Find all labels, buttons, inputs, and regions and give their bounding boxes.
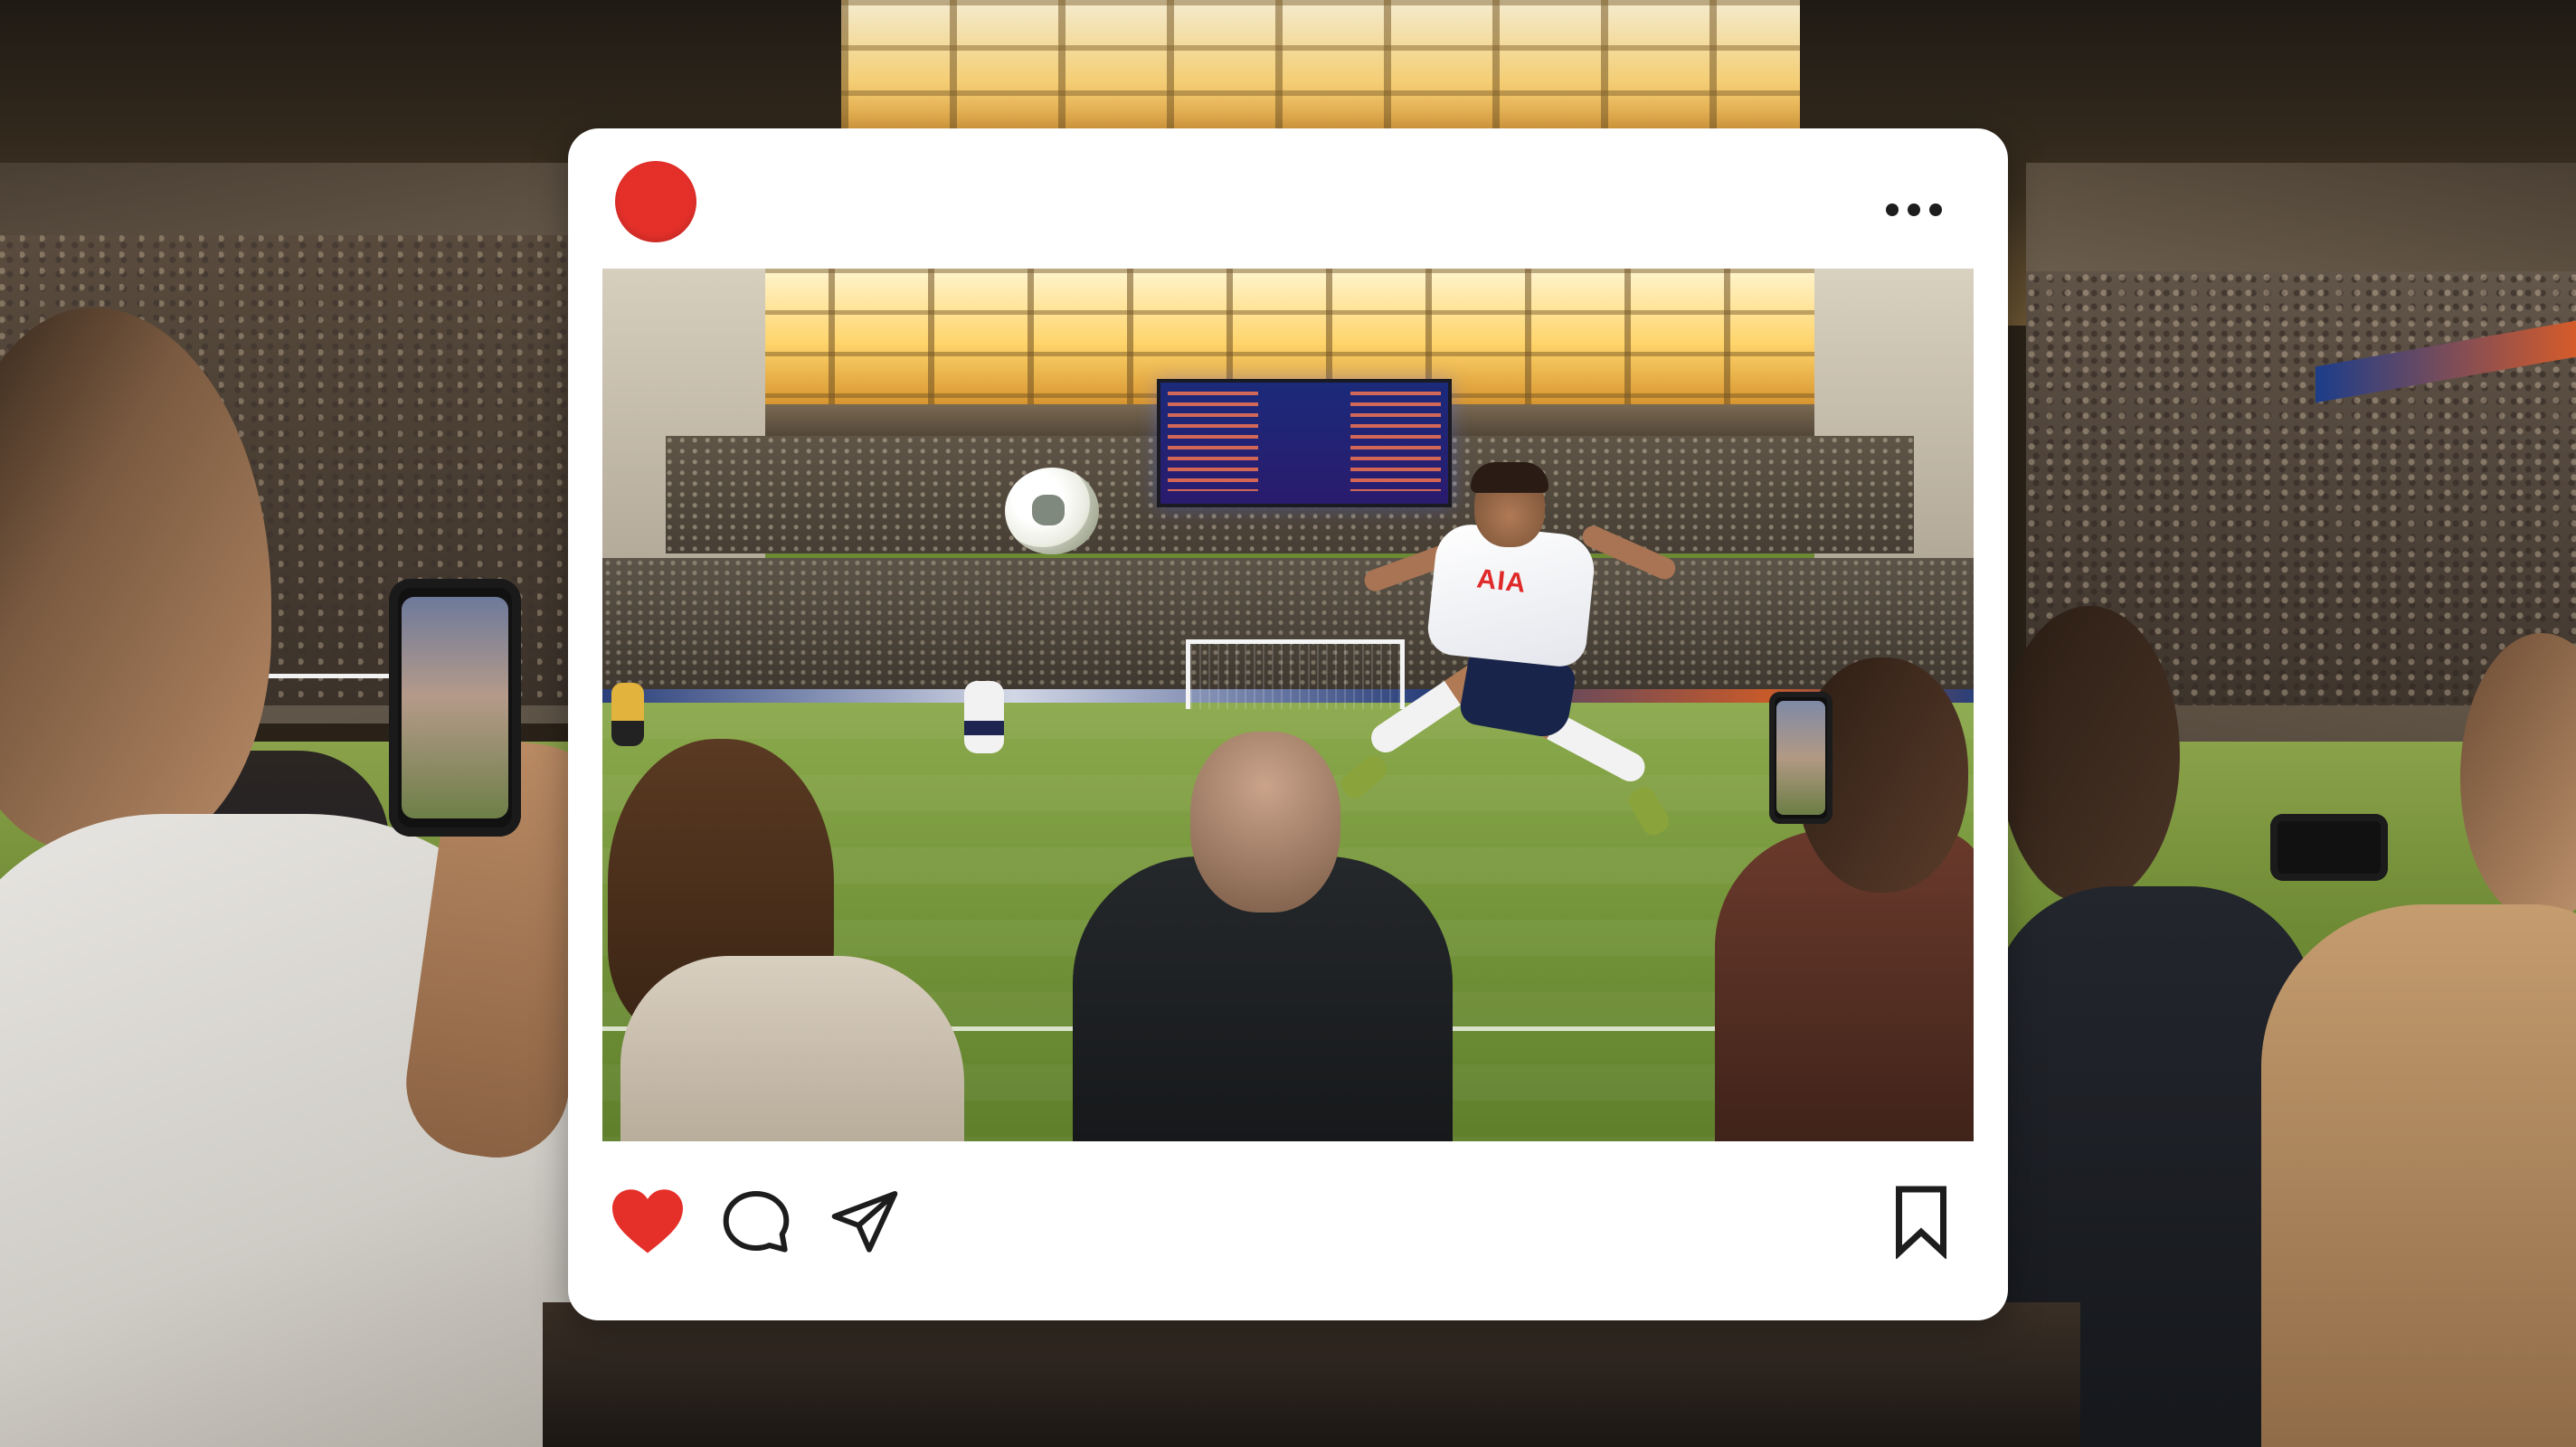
phone-screen-left — [402, 597, 508, 818]
avatar[interactable] — [615, 161, 696, 242]
more-dot — [1929, 203, 1942, 216]
foreground-shadow — [543, 1302, 2080, 1447]
share-button[interactable] — [821, 1177, 908, 1264]
paper-plane-icon — [831, 1191, 898, 1253]
steward — [611, 683, 644, 746]
more-horizontal-icon — [1886, 203, 1899, 216]
jersey-sponsor-text: AIA — [1475, 563, 1529, 599]
screen: AIA — [0, 0, 2576, 1447]
post-image[interactable]: AIA — [602, 269, 1974, 1141]
skylight-frame — [841, 0, 1800, 136]
distant-player — [964, 681, 1004, 753]
heart-filled-icon — [612, 1189, 683, 1253]
player-hair — [1471, 462, 1548, 493]
goal — [1186, 639, 1405, 709]
post-header — [568, 128, 2008, 269]
save-button[interactable] — [1878, 1177, 1965, 1264]
spectator-phone-right — [2270, 814, 2388, 881]
bookmark-outline-icon — [1896, 1186, 1946, 1259]
scoreboard — [1157, 379, 1452, 507]
spectator-man-head — [1190, 732, 1340, 913]
social-post-card: AIA — [568, 128, 2008, 1320]
spectator-far-right-body — [2261, 904, 2576, 1447]
football — [1005, 468, 1099, 554]
spectator-phone-screen — [1776, 701, 1825, 815]
comment-bubble-icon — [723, 1191, 790, 1253]
more-options-button[interactable] — [1870, 190, 1957, 230]
more-dot — [1908, 203, 1920, 216]
spectator-woman-body — [620, 956, 964, 1141]
like-button[interactable] — [604, 1177, 691, 1264]
spectator-right-head — [1999, 606, 2180, 904]
post-action-bar — [568, 1141, 2008, 1320]
comment-button[interactable] — [713, 1177, 800, 1264]
